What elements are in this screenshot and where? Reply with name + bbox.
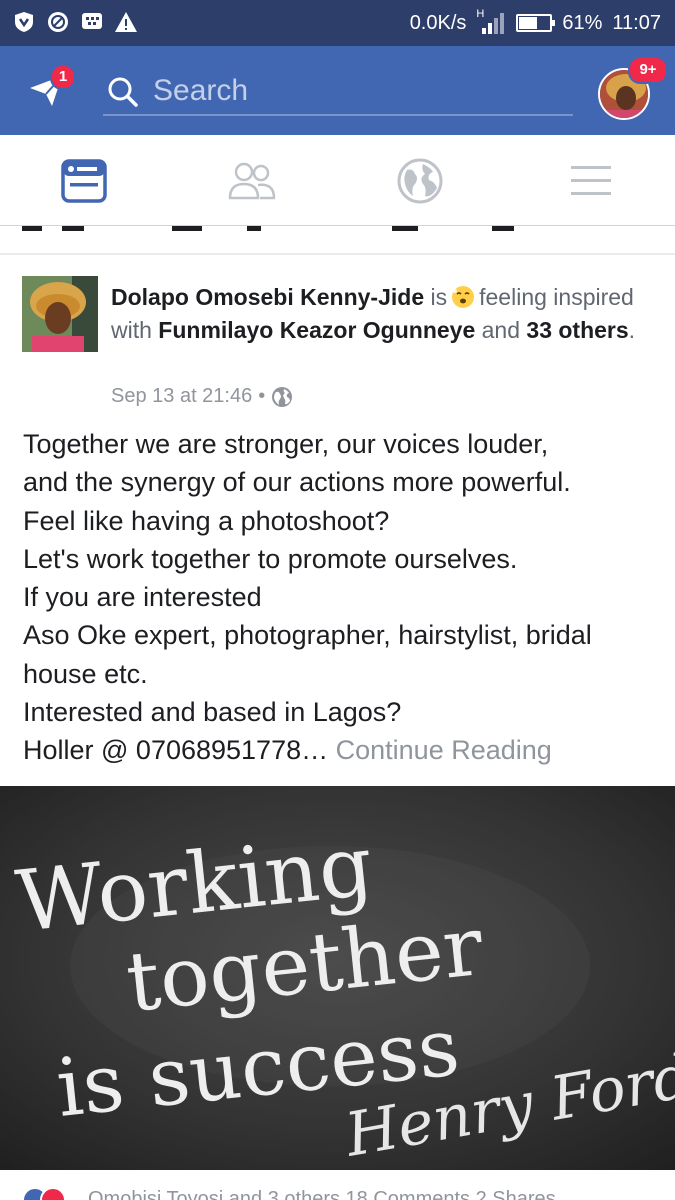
post-meta: Sep 13 at 21:46 • [111, 385, 293, 408]
continue-reading-link[interactable]: Continue Reading [336, 735, 552, 765]
post-body-line: and the synergy of our actions more powe… [23, 467, 571, 498]
chalkboard-image: Working together is success Henry Ford [0, 786, 675, 1170]
post-body: Together we are stronger, our voices lou… [23, 425, 663, 770]
post-body-line: If you are interested [23, 582, 262, 613]
author-avatar[interactable] [22, 276, 98, 352]
post-body-line: Interested and based in Lagos? [23, 697, 402, 728]
top-header: 1 9+ [0, 46, 675, 135]
status-right: 0.0K/s H 61% 11:07 [410, 0, 661, 46]
post-body-line: Together we are stronger, our voices lou… [23, 429, 549, 459]
notifications-badge: 9+ [628, 56, 668, 84]
engagement-summary[interactable]: Omobisi Toyosi and 3 others 18 Comments … [88, 1188, 556, 1200]
battery-level-fill [519, 17, 538, 29]
cut-off-text [22, 226, 514, 231]
friends-icon [228, 162, 276, 199]
verb-text: is [430, 284, 448, 310]
menu-icon [571, 165, 611, 195]
with-text: with [111, 317, 152, 343]
tagged-person[interactable]: Funmilayo Keazor Ogunneye [158, 317, 475, 343]
post-footer: Omobisi Toyosi and 3 others 18 Comments … [0, 1170, 675, 1200]
globe-icon [397, 158, 443, 203]
love-reaction-icon [40, 1187, 66, 1200]
messages-badge: 1 [50, 64, 76, 90]
warning-icon [114, 10, 138, 34]
clock: 11:07 [612, 11, 661, 34]
messenger-button[interactable]: 1 [28, 64, 76, 110]
news-feed-icon [61, 158, 107, 203]
tab-news-feed[interactable] [0, 135, 168, 226]
search-input[interactable] [153, 72, 563, 110]
inspired-emoji-icon [451, 285, 475, 309]
post-body-line: Let's work together to promote ourselves… [23, 543, 518, 574]
bbm-icon [80, 10, 104, 34]
privacy-globe-icon [272, 386, 293, 407]
search-bar[interactable] [103, 68, 573, 116]
author-photo [22, 276, 98, 352]
battery-percent: 61% [562, 11, 603, 34]
meta-separator: • [258, 385, 266, 407]
block-icon [46, 10, 70, 34]
post-body-lines: Together we are stronger, our voices lou… [23, 425, 663, 731]
signal-icon: H [476, 8, 506, 36]
post-timestamp[interactable]: Sep 13 at 21:46 [111, 385, 252, 408]
post-body-line: Feel like having a photoshoot? [23, 505, 390, 536]
status-bar: 0.0K/s H 61% 11:07 [0, 0, 675, 46]
feed-post: Dolapo Omosebi Kenny-Jide is feeling insp… [0, 255, 675, 1200]
post-body-line: house etc. [23, 658, 148, 689]
phone-number-text: Holler @ 07068951778… [23, 735, 329, 766]
and-text: and [481, 317, 521, 343]
network-speed: 0.0K/s [409, 11, 467, 34]
battery-icon [516, 14, 556, 32]
search-icon [108, 77, 138, 107]
post-image[interactable]: Working together is success Henry Ford [0, 786, 675, 1170]
post-body-line: Aso Oke expert, photographer, hairstylis… [23, 620, 592, 651]
vpn-shield-icon [12, 10, 36, 34]
post-header: Dolapo Omosebi Kenny-Jide is feeling insp… [111, 281, 661, 347]
status-left-icons [12, 10, 138, 34]
tab-friends[interactable] [168, 135, 336, 226]
tab-menu[interactable] [507, 135, 675, 226]
tab-bar [0, 135, 675, 226]
tab-notifications[interactable] [336, 135, 504, 226]
post-last-line: Holler @ 07068951778… Continue Reading [23, 731, 663, 769]
previous-post-remnant [0, 226, 675, 253]
period-text: . [628, 317, 636, 343]
reaction-icons[interactable] [22, 1187, 66, 1200]
feeling-text: feeling inspired [479, 284, 634, 310]
others-link[interactable]: 33 others [526, 317, 628, 343]
author-name[interactable]: Dolapo Omosebi Kenny-Jide [111, 284, 424, 310]
